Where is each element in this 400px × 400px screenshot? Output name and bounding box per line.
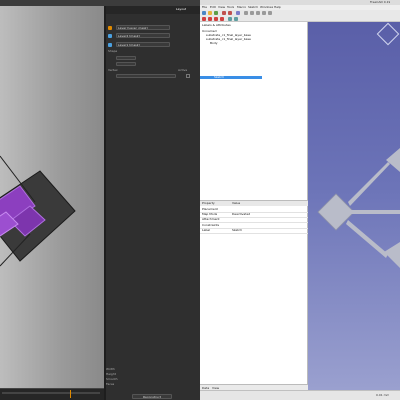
right-window-title: FreeCAD 0.19 [370, 1, 391, 4]
property-editor: Property Value Placement Map Mode Deactiv… [200, 200, 308, 390]
stat-label-1: Width [106, 368, 115, 371]
save-icon[interactable] [214, 11, 218, 15]
menu-edit[interactable]: Edit [210, 6, 216, 9]
view-top-icon[interactable] [262, 11, 266, 15]
layer-color-icon [108, 26, 112, 30]
refresh-icon[interactable] [236, 11, 240, 15]
left-3d-viewport[interactable] [0, 6, 104, 390]
property-header: Property Value [200, 201, 308, 206]
new-file-icon[interactable] [202, 11, 206, 15]
layer-color-icon-2 [108, 34, 112, 38]
menu-help[interactable]: Help [274, 6, 281, 9]
menu-view[interactable]: View [218, 6, 225, 9]
panel-tab-layout[interactable]: Layout [176, 8, 186, 11]
reconstruct-button[interactable]: Reconstruct [132, 394, 172, 399]
section-label: Shape [108, 50, 118, 53]
view-front-icon[interactable] [256, 11, 260, 15]
active-checkbox[interactable] [186, 74, 190, 78]
pcb-layout-drawing [0, 155, 76, 267]
stat-label-3: Smooth [106, 378, 118, 381]
status-bar: 0.01 mm [200, 390, 400, 400]
sketch-trace-lower [346, 220, 388, 258]
sketch-geometry [317, 148, 400, 268]
menu-sketch[interactable]: Sketch [248, 6, 258, 9]
layer-field-2[interactable]: Layer2 [mask] [116, 33, 170, 38]
property-row-label[interactable]: Label Sketch [200, 228, 308, 234]
undo-icon[interactable] [222, 11, 226, 15]
dimension-icon[interactable] [234, 17, 238, 21]
layer-color-icon-3 [108, 43, 112, 47]
sketch-line-icon[interactable] [202, 17, 206, 21]
timeline-bar[interactable] [0, 388, 104, 400]
vertex-field[interactable] [116, 74, 176, 78]
active-checkbox-label: Active [178, 69, 188, 72]
tree-item-body[interactable]: Body [210, 42, 218, 46]
toolbar [200, 10, 400, 22]
timeline-track[interactable] [2, 392, 100, 394]
model-tree-panel: Labels & Attributes Unnamed substrate_c1… [200, 22, 308, 200]
redo-icon[interactable] [228, 11, 232, 15]
panel-header: Layout [106, 6, 200, 14]
menu-macro[interactable]: Macro [237, 6, 246, 9]
tree-item-sketch[interactable]: Sketch [214, 76, 224, 80]
view-right-icon[interactable] [268, 11, 272, 15]
view-fit-icon[interactable] [244, 11, 248, 15]
property-col-value: Value [232, 202, 241, 205]
sketch-pad-upper [386, 148, 400, 172]
sketch-trace-center [348, 210, 400, 214]
tree-selection-highlight[interactable] [200, 76, 262, 79]
shape-field-1[interactable] [116, 56, 136, 60]
layer-field-3[interactable]: Layer1 [mask] [116, 42, 170, 47]
menu-windows[interactable]: Windows [260, 6, 273, 9]
stat-label-4: Faces [106, 383, 115, 386]
menu-tools[interactable]: Tools [227, 6, 234, 9]
properties-panel: Layout Layer [Layer_mask] Layer2 [mask] … [106, 6, 200, 400]
tree-header: Labels & Attributes [202, 24, 231, 27]
sketch-circle-icon[interactable] [214, 17, 218, 21]
open-folder-icon[interactable] [208, 11, 212, 15]
timeline-playhead[interactable] [70, 390, 71, 398]
property-col-name: Property [202, 202, 215, 205]
stat-label-2: Height [106, 373, 116, 376]
constraint-icon[interactable] [228, 17, 232, 21]
view-iso-icon[interactable] [250, 11, 254, 15]
status-units: 0.01 mm [376, 394, 390, 397]
subsection-label: Vertex [108, 69, 118, 72]
menu-file[interactable]: File [202, 6, 207, 9]
sketch-arc-icon[interactable] [208, 17, 212, 21]
sketch-rect-icon[interactable] [220, 17, 224, 21]
layer-field-1[interactable]: Layer [Layer_mask] [116, 25, 170, 30]
sketch-trace-upper [348, 162, 390, 206]
shape-field-2[interactable] [116, 62, 136, 66]
freecad-3d-view[interactable] [308, 22, 400, 390]
